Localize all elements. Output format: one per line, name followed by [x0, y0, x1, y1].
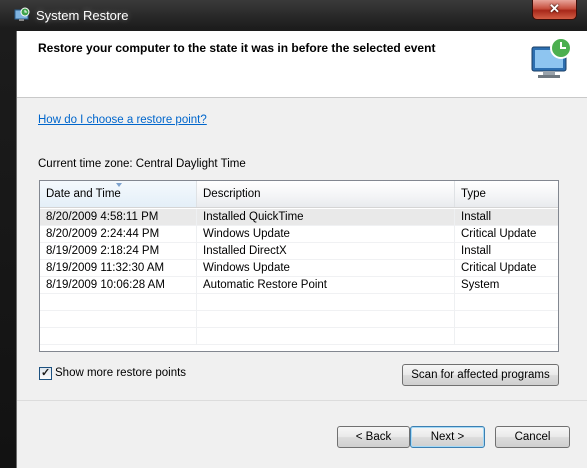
date-cell: 8/19/2009 10:06:28 AM: [40, 277, 197, 294]
description-cell: Windows Update: [197, 260, 455, 277]
table-row[interactable]: 8/19/2009 10:06:28 AM Automatic Restore …: [40, 277, 558, 294]
empty-row: [40, 311, 558, 328]
dialog-client-area: Restore your computer to the state it wa…: [16, 31, 587, 468]
description-cell: Windows Update: [197, 226, 455, 243]
empty-row: [40, 328, 558, 345]
table-row[interactable]: 8/19/2009 11:32:30 AM Windows Update Cri…: [40, 260, 558, 277]
window-title: System Restore: [36, 8, 129, 23]
system-restore-icon: [14, 7, 30, 21]
restore-points-list[interactable]: Date and Time Description Type 8/20/2009…: [39, 180, 559, 352]
cancel-button[interactable]: Cancel: [495, 426, 570, 448]
date-cell: 8/20/2009 4:58:11 PM: [40, 209, 197, 226]
close-button[interactable]: ✕: [532, 0, 577, 20]
table-row[interactable]: 8/20/2009 2:24:44 PM Windows Update Crit…: [40, 226, 558, 243]
system-restore-monitor-icon: [531, 37, 572, 78]
back-button[interactable]: < Back: [337, 426, 410, 448]
column-header-description[interactable]: Description: [197, 181, 455, 207]
header-panel: Restore your computer to the state it wa…: [17, 31, 587, 97]
empty-row: [40, 294, 558, 311]
sort-arrow-icon: [116, 183, 122, 187]
description-cell: Installed DirectX: [197, 243, 455, 260]
date-cell: 8/19/2009 2:18:24 PM: [40, 243, 197, 260]
checkmark-icon: ✓: [41, 367, 51, 379]
window-frame: System Restore ✕ Restore your computer t…: [0, 0, 587, 468]
type-cell: Critical Update: [455, 226, 558, 243]
timezone-label: Current time zone: Central Daylight Time: [38, 158, 246, 170]
show-more-label[interactable]: Show more restore points: [55, 367, 186, 379]
date-cell: 8/19/2009 11:32:30 AM: [40, 260, 197, 277]
table-row[interactable]: 8/19/2009 2:18:24 PM Installed DirectX I…: [40, 243, 558, 260]
column-header-type[interactable]: Type: [455, 181, 558, 207]
type-cell: Install: [455, 243, 558, 260]
title-bar[interactable]: System Restore ✕: [0, 0, 587, 32]
type-cell: Critical Update: [455, 260, 558, 277]
next-button[interactable]: Next >: [410, 426, 485, 448]
column-header-date-time[interactable]: Date and Time: [40, 181, 197, 207]
description-cell: Automatic Restore Point: [197, 277, 455, 294]
table-row[interactable]: 8/20/2009 4:58:11 PM Installed QuickTime…: [40, 209, 558, 226]
help-link[interactable]: How do I choose a restore point?: [38, 114, 207, 126]
list-header: Date and Time Description Type: [40, 181, 558, 208]
scan-affected-programs-button[interactable]: Scan for affected programs: [402, 364, 559, 386]
type-cell: System: [455, 277, 558, 294]
type-cell: Install: [455, 209, 558, 226]
page-title: Restore your computer to the state it wa…: [38, 41, 436, 55]
description-cell: Installed QuickTime: [197, 209, 455, 226]
close-icon: ✕: [549, 1, 560, 16]
date-cell: 8/20/2009 2:24:44 PM: [40, 226, 197, 243]
show-more-checkbox[interactable]: ✓: [39, 367, 52, 380]
